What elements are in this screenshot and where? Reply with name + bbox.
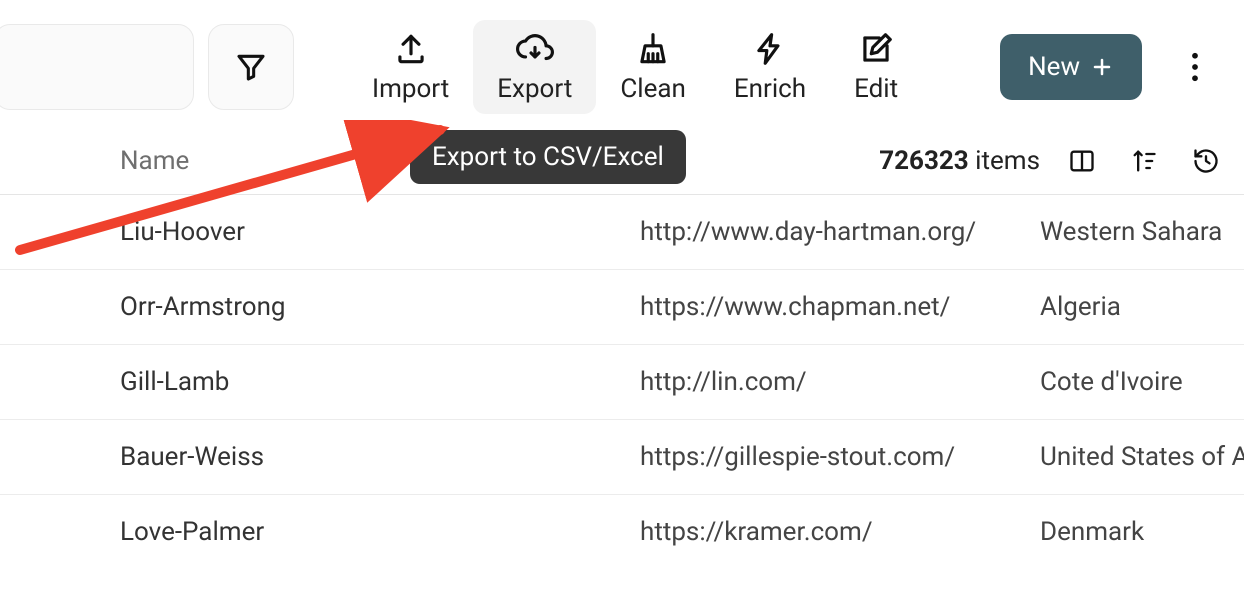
- import-label: Import: [372, 74, 449, 104]
- clean-button[interactable]: Clean: [596, 20, 710, 114]
- columns-icon[interactable]: [1068, 147, 1096, 175]
- items-count-number: 726323: [879, 146, 969, 176]
- cell-name: Bauer-Weiss: [120, 442, 640, 472]
- cell-name: Gill-Lamb: [120, 367, 640, 397]
- column-header-name[interactable]: Name: [120, 146, 189, 176]
- cell-url: https://kramer.com/: [640, 517, 1040, 547]
- history-icon[interactable]: [1192, 147, 1220, 175]
- clean-label: Clean: [620, 74, 686, 104]
- table-body: Liu-Hoover http://www.day-hartman.org/ W…: [0, 195, 1244, 569]
- cell-country: Cote d'Ivoire: [1040, 367, 1244, 397]
- edit-label: Edit: [854, 74, 898, 104]
- upload-icon: [392, 30, 430, 68]
- export-label: Export: [497, 74, 572, 104]
- toolbar: Import Export Clean Enrich: [0, 0, 1244, 126]
- dots-vertical-icon: [1191, 52, 1199, 82]
- more-menu-button[interactable]: [1174, 27, 1216, 107]
- items-count-label: items: [969, 146, 1040, 176]
- cell-url: http://lin.com/: [640, 367, 1040, 397]
- filter-icon: [235, 51, 267, 83]
- cell-country: Algeria: [1040, 292, 1244, 322]
- toolbar-actions: Import Export Clean Enrich: [348, 20, 922, 114]
- items-count: 726323 items: [879, 146, 1040, 176]
- pencil-square-icon: [857, 30, 895, 68]
- edit-button[interactable]: Edit: [830, 20, 922, 114]
- cell-url: http://www.day-hartman.org/: [640, 217, 1040, 247]
- cell-url: https://gillespie-stout.com/: [640, 442, 1040, 472]
- cell-url: https://www.chapman.net/: [640, 292, 1040, 322]
- cell-country: United States of America: [1040, 442, 1244, 472]
- filter-button[interactable]: [208, 24, 294, 110]
- broom-icon: [634, 30, 672, 68]
- plus-icon: [1090, 55, 1114, 79]
- bolt-icon: [751, 30, 789, 68]
- export-tooltip: Export to CSV/Excel: [410, 130, 686, 184]
- sort-icon[interactable]: [1130, 147, 1158, 175]
- cell-name: Love-Palmer: [120, 517, 640, 547]
- export-button[interactable]: Export: [473, 20, 596, 114]
- cell-country: Western Sahara: [1040, 217, 1244, 247]
- table-row[interactable]: Gill-Lamb http://lin.com/ Cote d'Ivoire: [0, 345, 1244, 420]
- enrich-button[interactable]: Enrich: [710, 20, 830, 114]
- table-row[interactable]: Love-Palmer https://kramer.com/ Denmark: [0, 495, 1244, 569]
- cloud-download-icon: [516, 30, 554, 68]
- table-row[interactable]: Orr-Armstrong https://www.chapman.net/ A…: [0, 270, 1244, 345]
- enrich-label: Enrich: [734, 74, 806, 104]
- import-button[interactable]: Import: [348, 20, 473, 114]
- cell-name: Liu-Hoover: [120, 217, 640, 247]
- view-controls: [1068, 147, 1220, 175]
- cell-name: Orr-Armstrong: [120, 292, 640, 322]
- export-tooltip-text: Export to CSV/Excel: [432, 142, 664, 172]
- cell-country: Denmark: [1040, 517, 1244, 547]
- new-button[interactable]: New: [1000, 34, 1142, 100]
- new-label: New: [1028, 52, 1080, 82]
- table-row[interactable]: Liu-Hoover http://www.day-hartman.org/ W…: [0, 195, 1244, 270]
- table-header-bar: Name Export to CSV/Excel 726323 items: [0, 126, 1244, 195]
- table-row[interactable]: Bauer-Weiss https://gillespie-stout.com/…: [0, 420, 1244, 495]
- search-container[interactable]: [0, 24, 194, 110]
